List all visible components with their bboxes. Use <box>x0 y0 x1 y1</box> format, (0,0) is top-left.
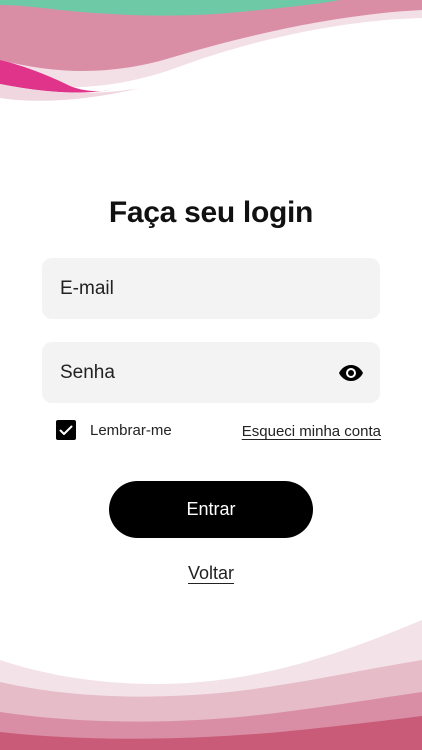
email-input[interactable] <box>58 276 364 301</box>
password-input[interactable] <box>58 360 338 385</box>
remember-me-checkbox[interactable]: Lembrar-me <box>56 420 172 440</box>
back-link-row: Voltar <box>0 563 422 584</box>
remember-me-label: Lembrar-me <box>90 421 172 439</box>
checkmark-icon[interactable] <box>56 420 76 440</box>
email-field[interactable] <box>42 258 380 319</box>
eye-icon[interactable] <box>338 360 364 386</box>
forgot-account-link[interactable]: Esqueci minha conta <box>242 423 381 440</box>
password-field[interactable] <box>42 342 380 403</box>
bottom-wave-decoration <box>0 620 422 750</box>
top-wave-decoration <box>0 0 422 101</box>
page-title: Faça seu login <box>108 196 314 229</box>
back-link[interactable]: Voltar <box>188 563 234 583</box>
login-button[interactable]: Entrar <box>109 481 313 538</box>
